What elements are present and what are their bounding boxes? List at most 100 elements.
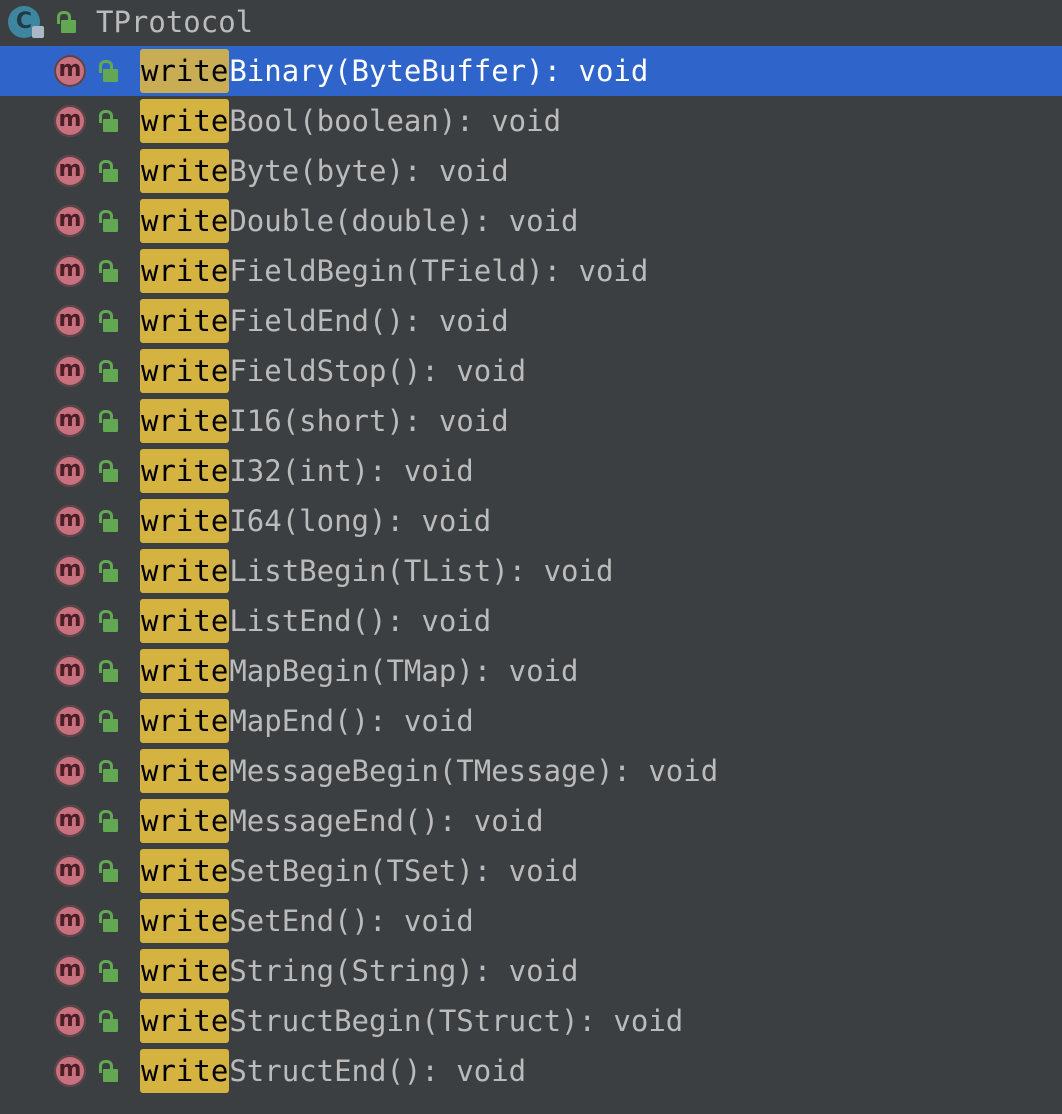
lock-icon bbox=[98, 408, 120, 434]
class-badge-icon bbox=[32, 26, 44, 38]
lock-icon bbox=[98, 308, 120, 334]
method-row[interactable]: m write FieldBegin(TField): void bbox=[0, 246, 1062, 296]
search-match-highlight: write bbox=[140, 249, 230, 293]
method-row[interactable]: m write SetBegin(TSet): void bbox=[0, 846, 1062, 896]
method-row[interactable]: m write MessageBegin(TMessage): void bbox=[0, 746, 1062, 796]
method-icon: m bbox=[54, 305, 86, 337]
method-icon: m bbox=[54, 755, 86, 787]
method-row[interactable]: m write I32(int): void bbox=[0, 446, 1062, 496]
method-row[interactable]: m write StructEnd(): void bbox=[0, 1046, 1062, 1096]
method-icon: m bbox=[54, 355, 86, 387]
search-match-highlight: write bbox=[140, 449, 230, 493]
search-match-highlight: write bbox=[140, 199, 230, 243]
method-icon: m bbox=[54, 855, 86, 887]
method-signature-rest: String(String): void bbox=[229, 954, 579, 988]
method-signature-rest: StructEnd(): void bbox=[229, 1054, 527, 1088]
method-signature: write MessageBegin(TMessage): void bbox=[140, 749, 718, 793]
method-icon: m bbox=[54, 55, 86, 87]
method-icon: m bbox=[54, 155, 86, 187]
search-match-highlight: write bbox=[140, 649, 230, 693]
method-icon: m bbox=[54, 105, 86, 137]
method-signature-rest: Bool(boolean): void bbox=[229, 104, 562, 138]
lock-icon bbox=[98, 858, 120, 884]
method-signature: write StructEnd(): void bbox=[140, 1049, 526, 1093]
method-signature-rest: FieldStop(): void bbox=[229, 354, 527, 388]
method-icon: m bbox=[54, 705, 86, 737]
search-match-highlight: write bbox=[140, 799, 230, 843]
method-signature: write Byte(byte): void bbox=[140, 149, 509, 193]
search-match-highlight: write bbox=[140, 699, 230, 743]
method-icon: m bbox=[54, 455, 86, 487]
method-row[interactable]: m write Bool(boolean): void bbox=[0, 96, 1062, 146]
tree-node-class[interactable]: C TProtocol bbox=[0, 0, 1062, 47]
method-signature: write Bool(boolean): void bbox=[140, 99, 561, 143]
search-match-highlight: write bbox=[140, 599, 230, 643]
method-signature-rest: Byte(byte): void bbox=[229, 154, 509, 188]
search-match-highlight: write bbox=[140, 299, 230, 343]
method-row[interactable]: m write ListEnd(): void bbox=[0, 596, 1062, 646]
method-icon: m bbox=[54, 805, 86, 837]
method-icon: m bbox=[54, 605, 86, 637]
method-signature-rest: Double(double): void bbox=[229, 204, 579, 238]
method-signature: write FieldEnd(): void bbox=[140, 299, 509, 343]
method-row[interactable]: m write Double(double): void bbox=[0, 196, 1062, 246]
method-signature-rest: ListEnd(): void bbox=[229, 604, 492, 638]
method-signature: write I64(long): void bbox=[140, 499, 491, 543]
method-signature: write Binary(ByteBuffer): void bbox=[140, 49, 648, 93]
method-row[interactable]: m write StructBegin(TStruct): void bbox=[0, 996, 1062, 1046]
method-signature-rest: I32(int): void bbox=[229, 454, 474, 488]
method-row[interactable]: m write SetEnd(): void bbox=[0, 896, 1062, 946]
method-icon: m bbox=[54, 1005, 86, 1037]
lock-icon bbox=[98, 658, 120, 684]
method-row[interactable]: m write FieldEnd(): void bbox=[0, 296, 1062, 346]
search-match-highlight: write bbox=[140, 949, 230, 993]
method-signature: write FieldStop(): void bbox=[140, 349, 526, 393]
method-row[interactable]: m write MapEnd(): void bbox=[0, 696, 1062, 746]
lock-icon bbox=[98, 258, 120, 284]
search-match-highlight: write bbox=[140, 49, 230, 93]
lock-icon bbox=[98, 358, 120, 384]
method-signature: write SetEnd(): void bbox=[140, 899, 474, 943]
method-signature: write MapEnd(): void bbox=[140, 699, 474, 743]
method-signature-rest: MessageBegin(TMessage): void bbox=[229, 754, 719, 788]
lock-icon bbox=[98, 208, 120, 234]
lock-icon bbox=[98, 608, 120, 634]
method-signature-rest: ListBegin(TList): void bbox=[229, 554, 614, 588]
method-icon: m bbox=[54, 555, 86, 587]
method-row[interactable]: m write Byte(byte): void bbox=[0, 146, 1062, 196]
method-row[interactable]: m write FieldStop(): void bbox=[0, 346, 1062, 396]
lock-icon bbox=[98, 1008, 120, 1034]
search-match-highlight: write bbox=[140, 849, 230, 893]
method-signature: write FieldBegin(TField): void bbox=[140, 249, 648, 293]
method-signature: write MapBegin(TMap): void bbox=[140, 649, 579, 693]
method-signature-rest: SetBegin(TSet): void bbox=[229, 854, 579, 888]
method-row[interactable]: m write ListBegin(TList): void bbox=[0, 546, 1062, 596]
method-signature: write I16(short): void bbox=[140, 399, 509, 443]
method-row[interactable]: m write String(String): void bbox=[0, 946, 1062, 996]
method-signature-rest: FieldEnd(): void bbox=[229, 304, 509, 338]
method-signature: write MessageEnd(): void bbox=[140, 799, 544, 843]
lock-icon bbox=[98, 508, 120, 534]
search-match-highlight: write bbox=[140, 549, 230, 593]
method-row[interactable]: m write I64(long): void bbox=[0, 496, 1062, 546]
method-row[interactable]: m write Binary(ByteBuffer): void bbox=[0, 46, 1062, 96]
method-signature: write ListEnd(): void bbox=[140, 599, 491, 643]
structure-tree: C TProtocol m write Binary(ByteBuffer): vo… bbox=[0, 0, 1062, 1114]
search-match-highlight: write bbox=[140, 1049, 230, 1093]
method-signature-rest: SetEnd(): void bbox=[229, 904, 474, 938]
search-match-highlight: write bbox=[140, 749, 230, 793]
search-match-highlight: write bbox=[140, 149, 230, 193]
search-match-highlight: write bbox=[140, 499, 230, 543]
class-title: TProtocol bbox=[96, 5, 254, 39]
lock-icon bbox=[98, 158, 120, 184]
method-row[interactable]: m write MapBegin(TMap): void bbox=[0, 646, 1062, 696]
method-row[interactable]: m write MessageEnd(): void bbox=[0, 796, 1062, 846]
method-signature-rest: MapEnd(): void bbox=[229, 704, 474, 738]
search-match-highlight: write bbox=[140, 999, 230, 1043]
lock-icon bbox=[98, 958, 120, 984]
method-icon: m bbox=[54, 905, 86, 937]
lock-icon bbox=[56, 9, 78, 35]
method-signature-rest: I16(short): void bbox=[229, 404, 509, 438]
method-row[interactable]: m write I16(short): void bbox=[0, 396, 1062, 446]
method-signature-rest: MessageEnd(): void bbox=[229, 804, 544, 838]
